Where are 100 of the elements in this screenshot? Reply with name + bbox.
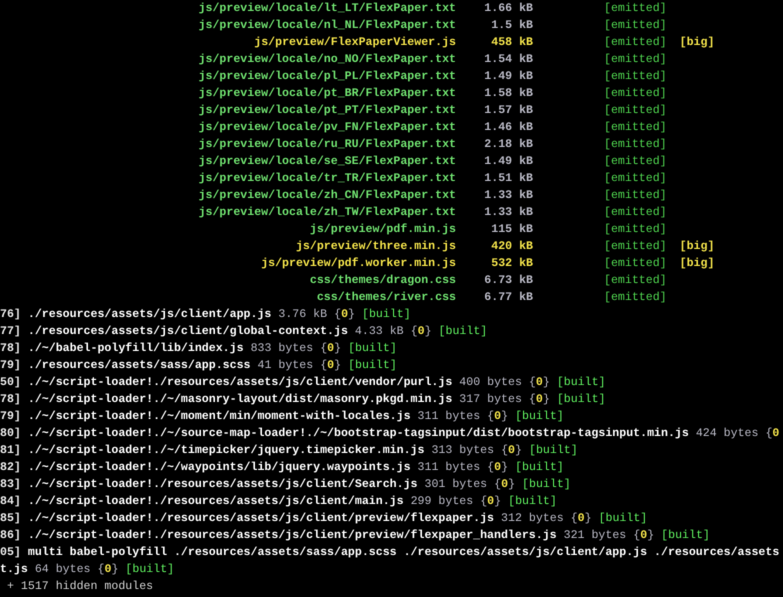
module-id: 50] <box>0 375 21 391</box>
module-path: ./resources/assets/js/client/app.js <box>28 307 272 323</box>
asset-name: js/preview/FlexPaperViewer.js <box>253 35 456 51</box>
module-path: t.js <box>0 562 28 578</box>
asset-status: [emitted] <box>604 290 667 306</box>
asset-name: js/preview/locale/pv_FN/FlexPaper.txt <box>198 120 456 136</box>
module-id: 85] <box>0 511 21 527</box>
asset-status: [emitted] <box>604 256 667 272</box>
module-id: 79] <box>0 409 21 425</box>
big-size-label: [big] <box>680 239 714 255</box>
big-size-label: [big] <box>680 35 714 51</box>
asset-size: 2.18 kB <box>483 137 533 153</box>
chunk-id: {0} <box>98 562 118 578</box>
asset-size: 458 kB <box>490 35 533 51</box>
asset-status: [emitted] <box>604 1 667 17</box>
asset-name: js/preview/three.min.js <box>294 239 456 255</box>
module-size: 400 bytes <box>459 375 522 391</box>
asset-status: [emitted] <box>604 52 667 68</box>
asset-name: js/preview/locale/se_SE/FlexPaper.txt <box>198 154 456 170</box>
asset-status: [emitted] <box>604 188 667 204</box>
asset-name: js/preview/locale/lt_LT/FlexPaper.txt <box>198 1 456 17</box>
asset-size: 6.77 kB <box>483 290 533 306</box>
module-path: ./~/script-loader!./~/source-map-loader!./~/bootstrap-tagsinput/dist/bootstrap-tagsinput.min.js <box>28 426 689 442</box>
module-id: 84] <box>0 494 21 510</box>
asset-name: js/preview/locale/no_NO/FlexPaper.txt <box>198 52 456 68</box>
module-size: 312 bytes <box>501 511 564 527</box>
module-id: 79] <box>0 358 21 374</box>
big-size-label: [big] <box>680 256 714 272</box>
asset-name: css/themes/river.css <box>316 290 456 306</box>
asset-size: 115 kB <box>490 222 533 238</box>
asset-status: [emitted] <box>604 103 667 119</box>
module-size: 321 bytes <box>564 528 626 544</box>
chunk-id: {0} <box>487 460 508 476</box>
build-status: [built] <box>556 375 606 391</box>
module-id: 78] <box>0 392 21 408</box>
build-status: [built] <box>522 477 571 493</box>
asset-name: js/preview/locale/tr_TR/FlexPaper.txt <box>198 171 456 187</box>
asset-status: [emitted] <box>604 273 667 289</box>
asset-size: 1.46 kB <box>483 120 533 136</box>
asset-status: [emitted] <box>604 239 667 255</box>
asset-name: js/preview/locale/zh_CN/FlexPaper.txt <box>198 188 456 204</box>
asset-size: 1.58 kB <box>483 86 533 102</box>
module-size: 311 bytes <box>418 409 480 425</box>
chunk-id: {0} <box>487 409 508 425</box>
module-size: 311 bytes <box>418 460 480 476</box>
build-status: [built] <box>556 392 606 408</box>
module-id: 05] <box>0 545 21 561</box>
asset-name: css/themes/dragon.css <box>308 273 456 289</box>
chunk-id: {0} <box>320 358 342 374</box>
asset-size: 420 kB <box>490 239 533 255</box>
module-size: 301 bytes <box>424 477 488 493</box>
asset-name: js/preview/locale/pt_BR/FlexPaper.txt <box>198 86 456 102</box>
build-status: [built] <box>348 358 397 374</box>
asset-status: [emitted] <box>604 137 667 153</box>
asset-status: [emitted] <box>604 205 667 221</box>
asset-size: 1.49 kB <box>483 69 533 85</box>
module-path: ./resources/assets/js/client/global-context.js <box>28 324 348 340</box>
asset-size: 532 kB <box>490 256 533 272</box>
module-size: 424 bytes <box>696 426 758 442</box>
module-size: 41 bytes <box>258 358 314 374</box>
module-path: ./~/script-loader!./~/moment/min/moment-with-locales.js <box>28 409 411 425</box>
build-status: [built] <box>515 409 564 425</box>
asset-size: 1.49 kB <box>483 154 533 170</box>
chunk-id: {0} <box>480 494 502 510</box>
module-path: ./~/script-loader!./~/timepicker/jquery.timepicker.min.js <box>28 443 424 459</box>
chunk-id: {0} <box>410 324 432 340</box>
module-id: 76] <box>0 307 21 323</box>
module-size: 317 bytes <box>459 392 522 408</box>
asset-size: 1.66 kB <box>483 1 533 17</box>
build-status: [built] <box>661 528 710 544</box>
chunk-id: {0} <box>570 511 592 527</box>
chunk-id: {0} <box>334 307 355 323</box>
asset-status: [emitted] <box>604 35 667 51</box>
asset-name: js/preview/locale/nl_NL/FlexPaper.txt <box>198 18 456 34</box>
asset-status: [emitted] <box>604 154 667 170</box>
asset-size: 1.33 kB <box>483 188 533 204</box>
module-id: 82] <box>0 460 21 476</box>
chunk-id: {0 <box>765 426 780 442</box>
module-id: 86] <box>0 528 21 544</box>
build-status: [built] <box>438 324 488 340</box>
asset-name: js/preview/locale/pl_PL/FlexPaper.txt <box>198 69 456 85</box>
module-path: ./~/script-loader!./~/masonry-layout/dist/masonry.pkgd.min.js <box>28 392 452 408</box>
asset-size: 6.73 kB <box>483 273 533 289</box>
asset-size: 1.54 kB <box>483 52 533 68</box>
module-path: ./~/script-loader!./resources/assets/js/client/Search.js <box>28 477 418 493</box>
module-size: 299 bytes <box>410 494 474 510</box>
chunk-id: {0} <box>494 477 516 493</box>
module-size: 313 bytes <box>431 443 494 459</box>
asset-name: js/preview/pdf.min.js <box>308 222 456 238</box>
build-status: [built] <box>508 494 557 510</box>
module-size: 833 bytes <box>250 341 314 357</box>
asset-size: 1.51 kB <box>483 171 533 187</box>
module-id: 78] <box>0 341 21 357</box>
module-size: 3.76 kB <box>278 307 328 323</box>
module-id: 83] <box>0 477 21 493</box>
module-id: 81] <box>0 443 21 459</box>
module-id: 77] <box>0 324 21 340</box>
asset-status: [emitted] <box>604 222 667 238</box>
build-status: [built] <box>515 460 564 476</box>
asset-size: 1.57 kB <box>483 103 533 119</box>
